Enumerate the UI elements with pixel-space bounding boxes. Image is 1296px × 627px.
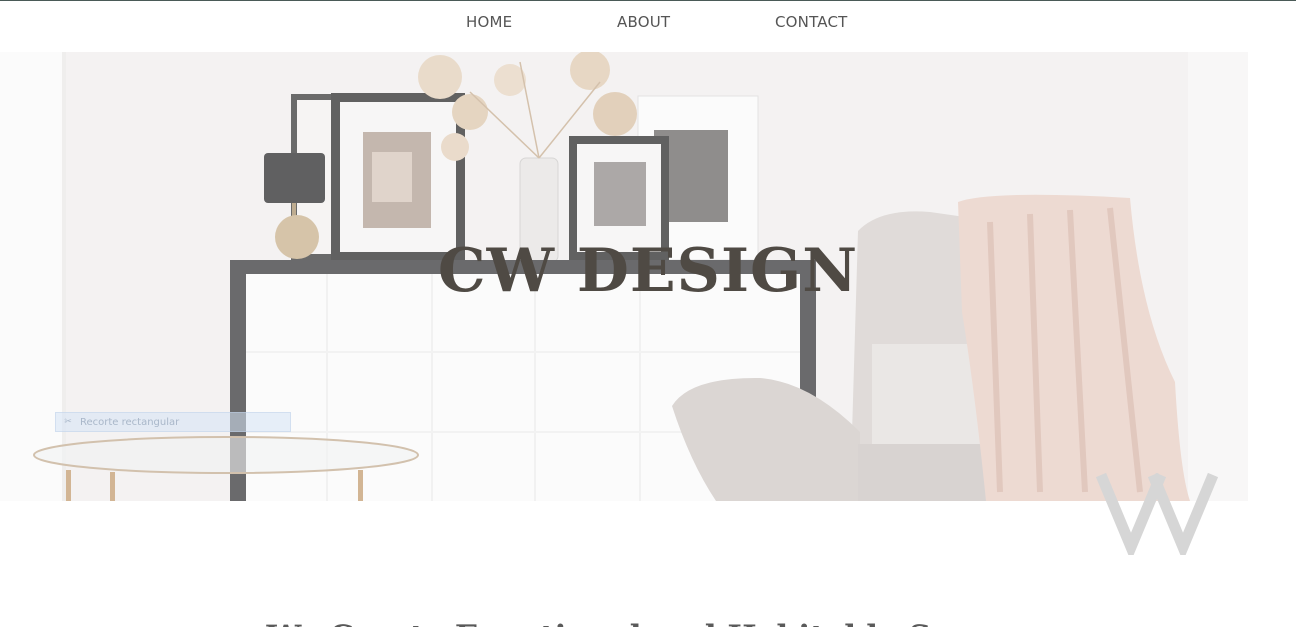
section-tagline: We Create Functional and Habitable Space…	[0, 619, 1296, 627]
snip-tool-badge: ✂ Recorte rectangular	[55, 412, 291, 432]
nav-home-link[interactable]: HOME	[466, 13, 512, 31]
page: HOME ABOUT CONTACT CW DESIGN ✂ Recorte r…	[0, 0, 1296, 627]
top-nav: HOME ABOUT CONTACT	[0, 1, 1296, 51]
nav-about-link[interactable]: ABOUT	[617, 13, 670, 31]
snip-tool-label: Recorte rectangular	[80, 416, 180, 428]
nav-contact-link[interactable]: CONTACT	[775, 13, 848, 31]
chevron-double-down-icon[interactable]	[1093, 471, 1223, 555]
hero-title: CW DESIGN	[437, 236, 859, 307]
scissors-icon: ✂	[64, 417, 72, 427]
